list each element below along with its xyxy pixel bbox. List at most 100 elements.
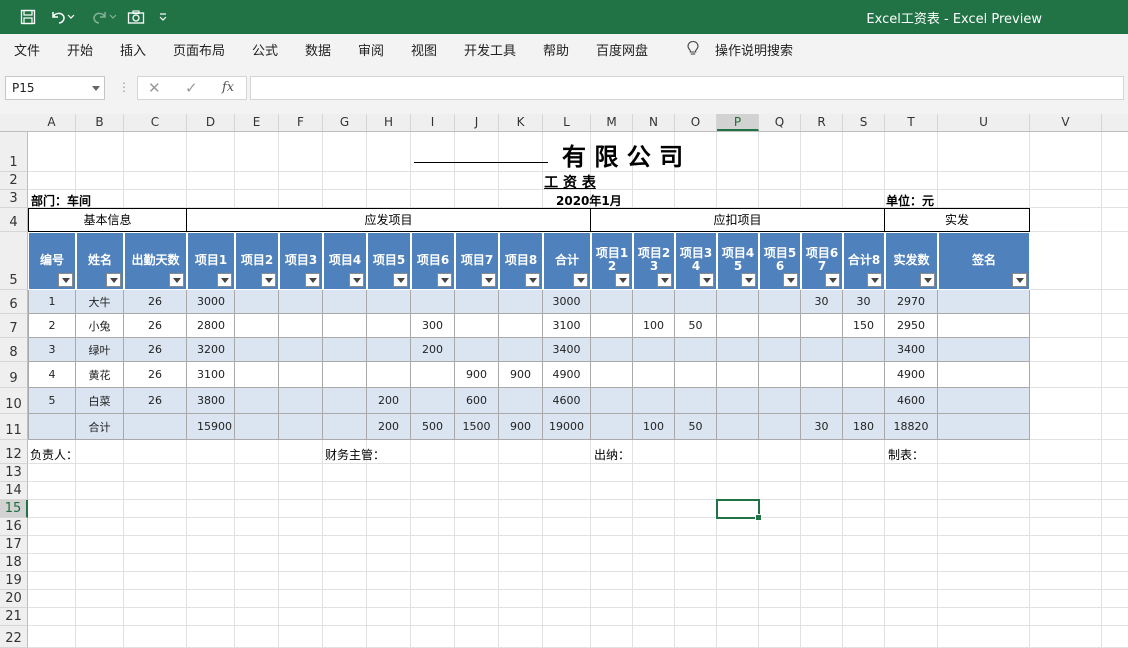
table-cell[interactable] — [938, 388, 1030, 414]
row-header[interactable]: 19 — [0, 572, 28, 590]
table-cell[interactable] — [759, 314, 801, 338]
table-cell[interactable]: 200 — [367, 388, 411, 414]
filter-dropdown-icon[interactable] — [217, 273, 232, 287]
chevron-down-icon[interactable] — [92, 86, 100, 91]
row-header[interactable]: 4 — [0, 208, 28, 232]
table-cell[interactable]: 3100 — [187, 362, 235, 388]
table-cell[interactable] — [591, 388, 633, 414]
row-header[interactable]: 6 — [0, 290, 28, 314]
filter-dropdown-icon[interactable] — [783, 273, 798, 287]
lightbulb-icon[interactable] — [686, 40, 700, 60]
filter-dropdown-icon[interactable] — [437, 273, 452, 287]
table-cell[interactable] — [499, 290, 543, 314]
cancel-icon[interactable]: ✕ — [148, 79, 161, 97]
table-cell[interactable] — [801, 338, 843, 362]
filter-dropdown-icon[interactable] — [657, 273, 672, 287]
table-cell[interactable]: 3800 — [187, 388, 235, 414]
row-header[interactable]: 9 — [0, 362, 28, 388]
table-cell[interactable]: 3 — [28, 338, 76, 362]
table-cell[interactable]: 50 — [675, 414, 717, 440]
table-cell[interactable] — [591, 290, 633, 314]
filter-dropdown-icon[interactable] — [169, 273, 184, 287]
row-header[interactable]: 2 — [0, 172, 28, 190]
table-cell[interactable] — [591, 338, 633, 362]
table-cell[interactable] — [411, 362, 455, 388]
table-cell[interactable] — [323, 314, 367, 338]
table-cell[interactable] — [367, 314, 411, 338]
column-header[interactable]: Q — [759, 114, 801, 131]
table-cell[interactable]: 26 — [124, 388, 187, 414]
table-cell[interactable] — [279, 290, 323, 314]
filter-dropdown-icon[interactable] — [106, 273, 121, 287]
table-cell[interactable] — [633, 338, 675, 362]
table-cell[interactable]: 26 — [124, 290, 187, 314]
table-cell[interactable]: 500 — [411, 414, 455, 440]
table-cell[interactable]: 3400 — [885, 338, 938, 362]
column-header[interactable]: E — [235, 114, 279, 131]
table-cell[interactable]: 200 — [367, 414, 411, 440]
table-cell[interactable]: 26 — [124, 338, 187, 362]
table-cell[interactable] — [28, 414, 76, 440]
table-cell[interactable] — [759, 414, 801, 440]
table-cell[interactable]: 1500 — [455, 414, 499, 440]
enter-icon[interactable]: ✓ — [185, 79, 198, 97]
table-cell[interactable]: 2 — [28, 314, 76, 338]
table-cell[interactable]: 19000 — [543, 414, 591, 440]
table-cell[interactable] — [235, 314, 279, 338]
table-cell[interactable] — [279, 314, 323, 338]
column-header[interactable]: R — [801, 114, 843, 131]
table-cell[interactable] — [591, 362, 633, 388]
filter-dropdown-icon[interactable] — [305, 273, 320, 287]
table-cell[interactable] — [455, 338, 499, 362]
table-cell[interactable] — [938, 314, 1030, 338]
table-cell[interactable] — [367, 362, 411, 388]
table-cell[interactable]: 15900 — [187, 414, 235, 440]
column-header[interactable]: D — [187, 114, 235, 131]
tab-insert[interactable]: 插入 — [120, 40, 146, 59]
column-header-selected[interactable]: P — [717, 114, 759, 131]
filter-dropdown-icon[interactable] — [1012, 273, 1027, 287]
table-cell[interactable] — [801, 388, 843, 414]
table-cell[interactable]: 30 — [801, 414, 843, 440]
table-cell[interactable] — [938, 290, 1030, 314]
row-header[interactable]: 11 — [0, 414, 28, 440]
table-cell[interactable] — [323, 388, 367, 414]
row-header[interactable]: 3 — [0, 190, 28, 208]
table-cell[interactable] — [499, 314, 543, 338]
table-cell[interactable] — [455, 290, 499, 314]
table-cell[interactable] — [235, 290, 279, 314]
row-header[interactable]: 14 — [0, 482, 28, 500]
tab-view[interactable]: 视图 — [411, 40, 437, 59]
table-cell[interactable]: 200 — [411, 338, 455, 362]
column-header[interactable]: B — [76, 114, 124, 131]
table-cell[interactable] — [279, 338, 323, 362]
table-cell[interactable]: 5 — [28, 388, 76, 414]
row-header[interactable]: 8 — [0, 338, 28, 362]
row-header[interactable]: 12 — [0, 440, 28, 464]
table-cell[interactable] — [759, 388, 801, 414]
filter-dropdown-icon[interactable] — [349, 273, 364, 287]
row-header-selected[interactable]: 15 — [0, 500, 28, 518]
customize-toolbar-icon[interactable] — [153, 5, 173, 29]
filter-dropdown-icon[interactable] — [867, 273, 882, 287]
table-cell[interactable]: 150 — [843, 314, 885, 338]
table-cell[interactable] — [675, 388, 717, 414]
table-cell[interactable] — [759, 338, 801, 362]
filter-dropdown-icon[interactable] — [261, 273, 276, 287]
table-cell[interactable]: 3000 — [187, 290, 235, 314]
column-header[interactable]: H — [367, 114, 411, 131]
table-cell[interactable] — [499, 388, 543, 414]
table-cell[interactable]: 50 — [675, 314, 717, 338]
table-cell[interactable]: 白菜 — [76, 388, 124, 414]
tab-home[interactable]: 开始 — [67, 40, 93, 59]
active-cell-selection[interactable] — [716, 499, 762, 521]
table-cell[interactable] — [323, 290, 367, 314]
camera-icon[interactable] — [124, 5, 148, 29]
table-cell[interactable] — [675, 362, 717, 388]
table-cell[interactable]: 18820 — [885, 414, 938, 440]
column-header[interactable]: C — [124, 114, 187, 131]
insert-function-icon[interactable]: fx — [222, 80, 234, 95]
column-header[interactable]: A — [28, 114, 76, 131]
row-header[interactable]: 10 — [0, 388, 28, 414]
table-cell[interactable] — [235, 338, 279, 362]
